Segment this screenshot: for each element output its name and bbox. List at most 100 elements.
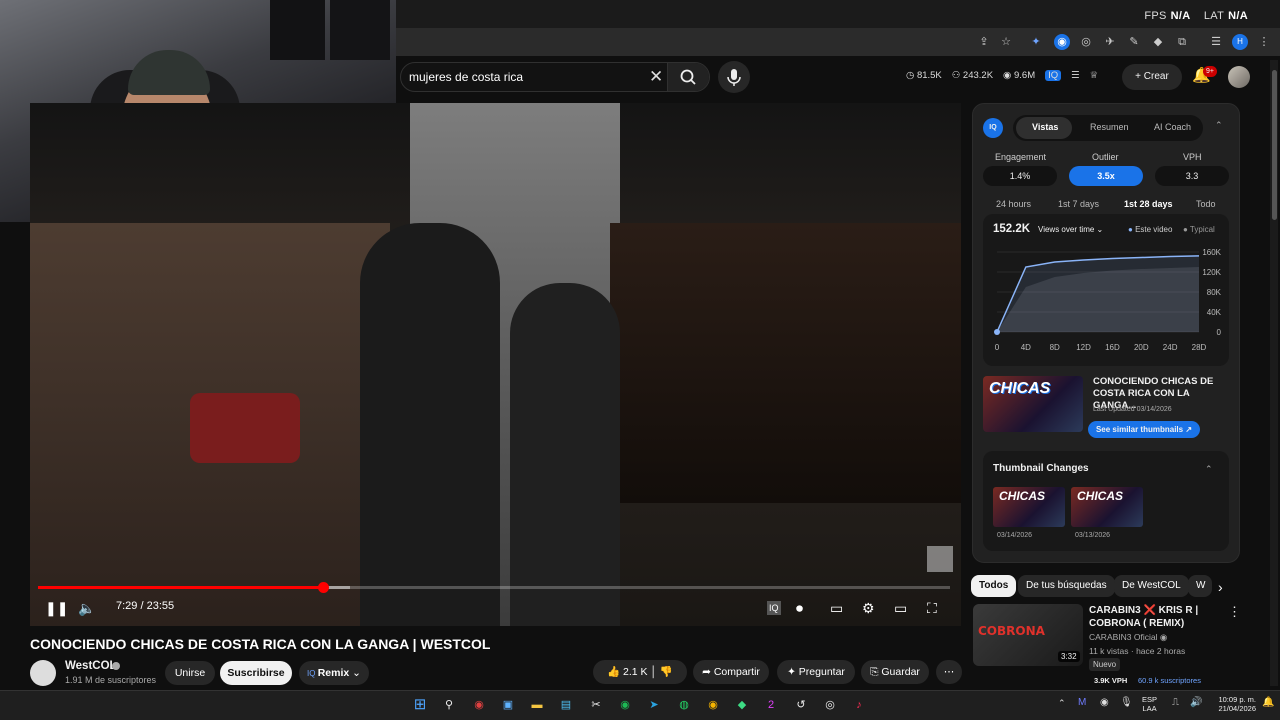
extension-icon[interactable]: ◉: [1054, 34, 1070, 50]
range-7d[interactable]: 1st 7 days: [1058, 199, 1099, 209]
clock[interactable]: 10:09 p. m. 21/04/2026: [1206, 695, 1256, 713]
ask-button[interactable]: ✦ Preguntar: [777, 660, 855, 684]
volume-icon[interactable]: 🔊: [1190, 697, 1202, 708]
recommended-menu-icon[interactable]: ⋮: [1228, 604, 1241, 620]
chip-all[interactable]: Todos: [971, 575, 1017, 597]
recommended-title[interactable]: CARABIN3 ❌ KRIS R | COBRONA ( REMIX): [1089, 604, 1219, 630]
header-stats: ◷ 81.5K ⚇ 243.2K ◉ 9.6M IQ ☰ ♕: [906, 70, 1098, 81]
create-button[interactable]: + Crear: [1122, 64, 1182, 90]
search-icon[interactable]: ⚲: [440, 696, 458, 714]
chrome-icon[interactable]: ◉: [704, 696, 722, 714]
thumbnail-change[interactable]: CHICAS: [993, 487, 1065, 527]
lang-secondary: LAA: [1142, 704, 1157, 713]
like-dislike-group[interactable]: 👍 2.1 K │ 👎: [593, 660, 687, 684]
channel-watermark[interactable]: [927, 546, 953, 572]
tray-mic-icon[interactable]: 🎙: [1120, 697, 1133, 708]
chip-more[interactable]: W: [1188, 575, 1212, 597]
verified-icon: ◉: [1159, 632, 1168, 642]
similar-thumbnails-button[interactable]: See similar thumbnails ↗: [1088, 421, 1200, 438]
stat-subs: ⚇ 243.2K: [951, 70, 994, 81]
recommended-channel[interactable]: CARABIN3 Oficial ◉: [1089, 632, 1167, 643]
join-button[interactable]: Unirse: [165, 661, 215, 685]
thumbnail-change[interactable]: CHICAS: [1071, 487, 1143, 527]
metric-label: VPH: [1183, 152, 1202, 162]
list-icon[interactable]: ☰: [1071, 70, 1080, 81]
extension-icon[interactable]: ✈: [1102, 34, 1118, 50]
fullscreen-icon[interactable]: ⛶: [927, 598, 937, 618]
tray-app-icon[interactable]: M: [1078, 697, 1086, 708]
tab-vistas[interactable]: Vistas: [1032, 122, 1058, 132]
poster: [330, 0, 390, 60]
folder-icon[interactable]: ▬: [528, 696, 546, 714]
subtitles-icon[interactable]: ▭: [830, 598, 843, 618]
channel-name[interactable]: WestCOL: [65, 660, 117, 672]
tab-resumen[interactable]: Resumen: [1090, 122, 1129, 132]
app-icon[interactable]: ◉: [470, 696, 488, 714]
notepad-icon[interactable]: ▤: [557, 696, 575, 714]
install-icon[interactable]: ⇪: [976, 34, 992, 50]
chart-mode-dropdown[interactable]: Views over time ⌄: [1038, 225, 1103, 234]
range-28d[interactable]: 1st 28 days: [1124, 199, 1173, 209]
share-button[interactable]: ➦ Compartir: [693, 660, 769, 684]
chip-from-channel[interactable]: De WestCOL: [1114, 575, 1189, 597]
volume-icon[interactable]: 🔈: [78, 598, 95, 618]
clear-search-icon[interactable]: ✕: [649, 67, 663, 87]
windows-start-icon[interactable]: ⊞: [411, 696, 429, 714]
settings-gear-icon[interactable]: ⚙: [862, 598, 875, 618]
telegram-icon[interactable]: ➤: [645, 696, 663, 714]
profile-icon[interactable]: H: [1232, 34, 1248, 50]
search-button[interactable]: [667, 63, 709, 91]
range-all[interactable]: Todo: [1196, 199, 1216, 209]
tab-ai-coach[interactable]: AI Coach: [1154, 122, 1191, 132]
extension-icon[interactable]: ✦: [1028, 34, 1044, 50]
tray-chevron-icon[interactable]: ⌃: [1058, 698, 1066, 709]
extension-icon[interactable]: ◆: [1150, 34, 1166, 50]
video-player[interactable]: [30, 103, 961, 626]
app-icon[interactable]: ◎: [821, 696, 839, 714]
iq-player-icon[interactable]: IQ: [767, 601, 781, 615]
fps-value: N/A: [1170, 10, 1191, 22]
network-icon[interactable]: ⎍: [1172, 697, 1179, 708]
chip-from-searches[interactable]: De tus búsquedas: [1018, 575, 1115, 597]
thumbs-down-icon[interactable]: 👎: [660, 666, 673, 678]
collapse-chevron-icon[interactable]: ⌃: [1215, 120, 1223, 131]
notifications-icon[interactable]: 🔔: [1262, 697, 1274, 708]
remix-button[interactable]: IQ Remix ⌄: [299, 661, 369, 685]
collapse-chevron-icon[interactable]: ⌃: [1205, 464, 1213, 475]
spotify-icon[interactable]: ◉: [616, 696, 634, 714]
theater-mode-icon[interactable]: ▭: [894, 598, 907, 618]
avatar[interactable]: [1228, 66, 1250, 88]
trophy-icon[interactable]: ♕: [1090, 70, 1099, 81]
input-language[interactable]: ESP LAA: [1142, 695, 1157, 713]
channel-avatar[interactable]: [30, 660, 56, 686]
capcut-icon[interactable]: ✂: [587, 696, 605, 714]
puzzle-icon[interactable]: ⧉: [1174, 34, 1190, 50]
chips-next-icon[interactable]: ›: [1218, 579, 1223, 595]
tiktok-icon[interactable]: ♪: [850, 696, 868, 714]
metric-label: Outlier: [1092, 152, 1119, 162]
whatsapp-icon[interactable]: ◍: [675, 696, 693, 714]
extension-icon[interactable]: ◎: [1078, 34, 1094, 50]
more-actions-icon[interactable]: ⋯: [936, 660, 962, 684]
save-button[interactable]: ⎘ Guardar: [861, 660, 929, 684]
autoplay-toggle-icon[interactable]: ⏺: [796, 598, 803, 618]
iq-header-icon[interactable]: IQ: [1045, 70, 1062, 81]
app-icon[interactable]: ◆: [733, 696, 751, 714]
app-icon[interactable]: 2: [762, 696, 780, 714]
pause-icon[interactable]: ❚❚: [45, 598, 68, 618]
extension-icon[interactable]: ✎: [1126, 34, 1142, 50]
voice-search-button[interactable]: [718, 61, 750, 93]
store-icon[interactable]: ▣: [499, 696, 517, 714]
scrollbar-thumb[interactable]: [1272, 70, 1277, 220]
tray-app-icon[interactable]: ◉: [1100, 697, 1109, 708]
bookmark-star-icon[interactable]: ☆: [998, 34, 1014, 50]
subscribe-button[interactable]: Suscribirse: [220, 661, 292, 685]
thumbs-up-icon[interactable]: 👍: [607, 666, 620, 678]
range-24h[interactable]: 24 hours: [996, 199, 1031, 209]
current-thumbnail[interactable]: CHICAS: [983, 376, 1083, 432]
search-box[interactable]: mujeres de costa rica ✕: [400, 62, 710, 92]
menu-kebab-icon[interactable]: ⋮: [1256, 34, 1272, 50]
search-input[interactable]: mujeres de costa rica: [409, 70, 523, 84]
media-icon[interactable]: ☰: [1208, 34, 1224, 50]
app-icon[interactable]: ↺: [792, 696, 810, 714]
